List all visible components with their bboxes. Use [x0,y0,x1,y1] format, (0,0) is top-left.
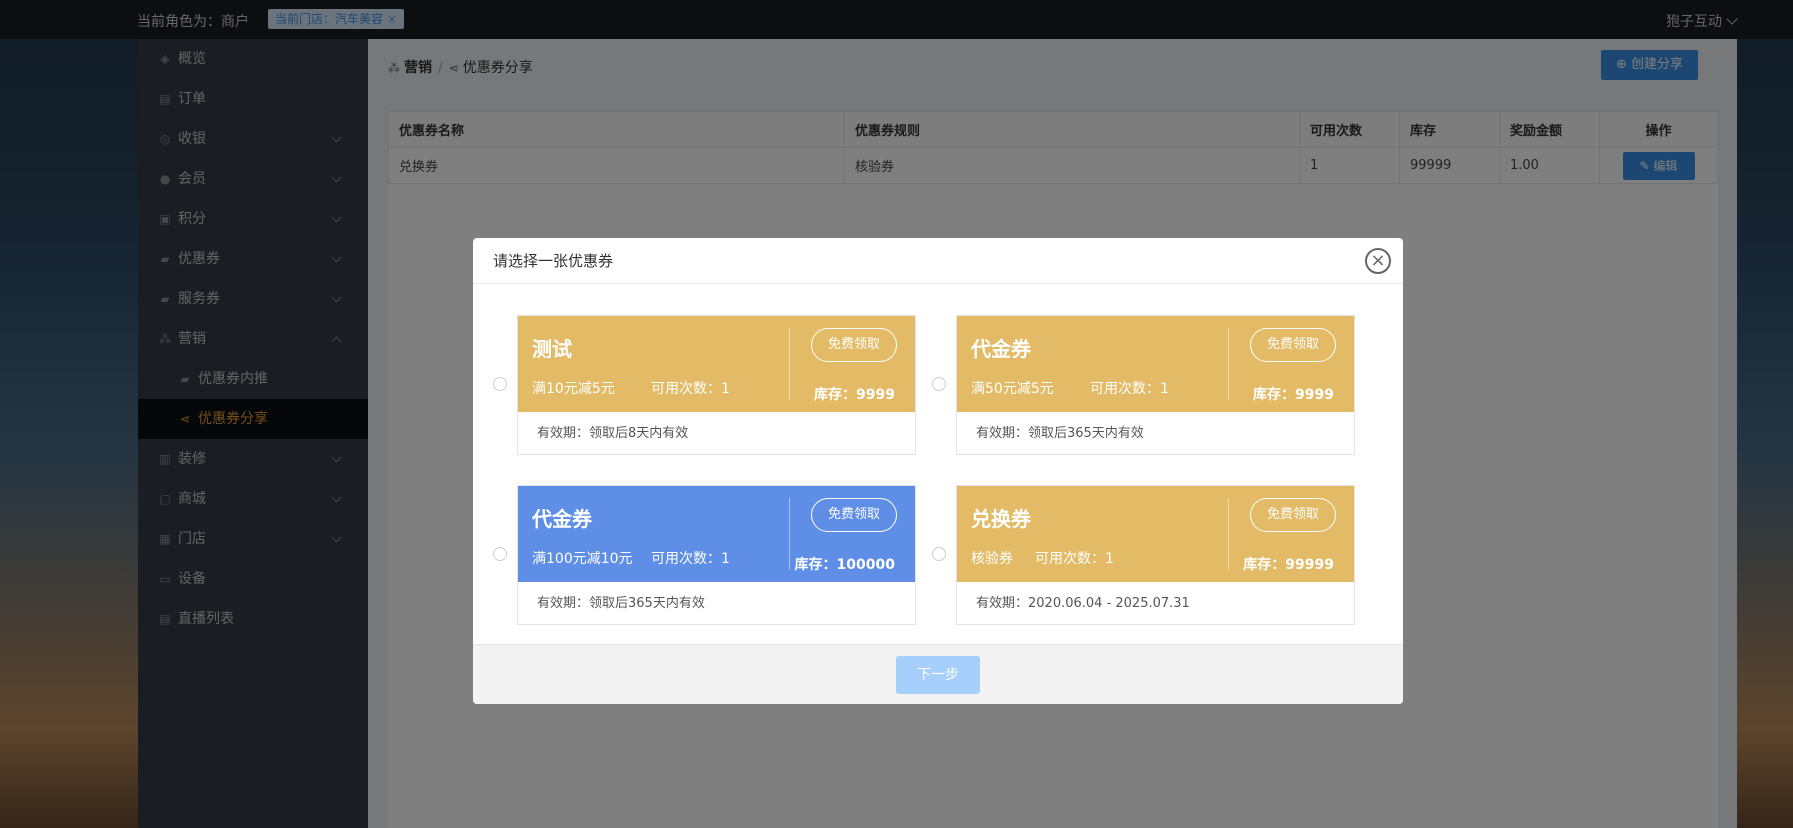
coupon-stock: 库存：9999 [814,387,895,403]
coupon-radio[interactable] [932,377,946,391]
coupon-validity: 有效期：领取后365天内有效 [537,596,705,611]
coupon-option[interactable]: 代金券 满100元减10元 可用次数：1 免费领取 库存：100000 有效期：… [493,485,916,625]
coupon-validity: 有效期：领取后365天内有效 [976,426,1144,441]
coupon-uses: 可用次数：1 [1090,381,1169,397]
coupon-stock: 库存：99999 [1243,557,1334,573]
coupon-radio[interactable] [932,547,946,561]
coupon-uses: 可用次数：1 [651,381,730,397]
free-claim-button[interactable]: 免费领取 [1250,328,1336,362]
coupon-validity: 有效期：领取后8天内有效 [537,426,689,441]
coupon-validity: 有效期：2020.06.04 - 2025.07.31 [976,596,1190,611]
coupon-name: 代金券 [971,337,1031,361]
divider [1228,328,1229,400]
coupon-stock: 库存：9999 [1253,387,1334,403]
free-claim-button[interactable]: 免费领取 [1250,498,1336,532]
dialog-footer: 下一步 [473,644,1403,704]
coupon-uses: 可用次数：1 [651,551,730,567]
free-claim-button[interactable]: 免费领取 [811,498,897,532]
divider [1228,498,1229,570]
coupon-name: 代金券 [532,507,592,531]
coupon-stock: 库存：100000 [794,557,895,573]
coupon-radio[interactable] [493,547,507,561]
coupon-header: 测试 满10元减5元 可用次数：1 免费领取 库存：9999 [518,316,915,412]
select-coupon-dialog: 请选择一张优惠券 × 测试 满10元减5元 可用次数：1 免费领取 库存：999… [473,238,1403,704]
coupon-option[interactable]: 兑换券 核验券 可用次数：1 免费领取 库存：99999 有效期：2020.06… [932,485,1355,625]
next-step-button[interactable]: 下一步 [896,656,980,694]
divider [789,498,790,570]
coupon-rule: 满10元减5元 [532,381,615,397]
dialog-header: 请选择一张优惠券 × [473,238,1403,284]
coupon-card[interactable]: 兑换券 核验券 可用次数：1 免费领取 库存：99999 有效期：2020.06… [956,485,1355,625]
coupon-rule: 满50元减5元 [971,381,1054,397]
coupon-rule: 核验券 [971,551,1013,567]
coupon-option[interactable]: 代金券 满50元减5元 可用次数：1 免费领取 库存：9999 有效期：领取后3… [932,315,1355,455]
coupon-rule: 满100元减10元 [532,551,633,567]
coupon-name: 兑换券 [971,507,1031,531]
coupon-radio[interactable] [493,377,507,391]
coupon-header: 代金券 满50元减5元 可用次数：1 免费领取 库存：9999 [957,316,1354,412]
divider [789,328,790,400]
dialog-title: 请选择一张优惠券 [493,252,614,270]
coupon-name: 测试 [532,337,572,361]
dialog-body: 测试 满10元减5元 可用次数：1 免费领取 库存：9999 有效期：领取后8天… [473,284,1403,644]
close-icon[interactable]: × [1365,248,1391,274]
coupon-card[interactable]: 代金券 满50元减5元 可用次数：1 免费领取 库存：9999 有效期：领取后3… [956,315,1355,455]
coupon-card[interactable]: 测试 满10元减5元 可用次数：1 免费领取 库存：9999 有效期：领取后8天… [517,315,916,455]
coupon-option[interactable]: 测试 满10元减5元 可用次数：1 免费领取 库存：9999 有效期：领取后8天… [493,315,916,455]
free-claim-button[interactable]: 免费领取 [811,328,897,362]
coupon-header: 兑换券 核验券 可用次数：1 免费领取 库存：99999 [957,486,1354,582]
coupon-card[interactable]: 代金券 满100元减10元 可用次数：1 免费领取 库存：100000 有效期：… [517,485,916,625]
coupon-header: 代金券 满100元减10元 可用次数：1 免费领取 库存：100000 [518,486,915,582]
coupon-uses: 可用次数：1 [1035,551,1114,567]
